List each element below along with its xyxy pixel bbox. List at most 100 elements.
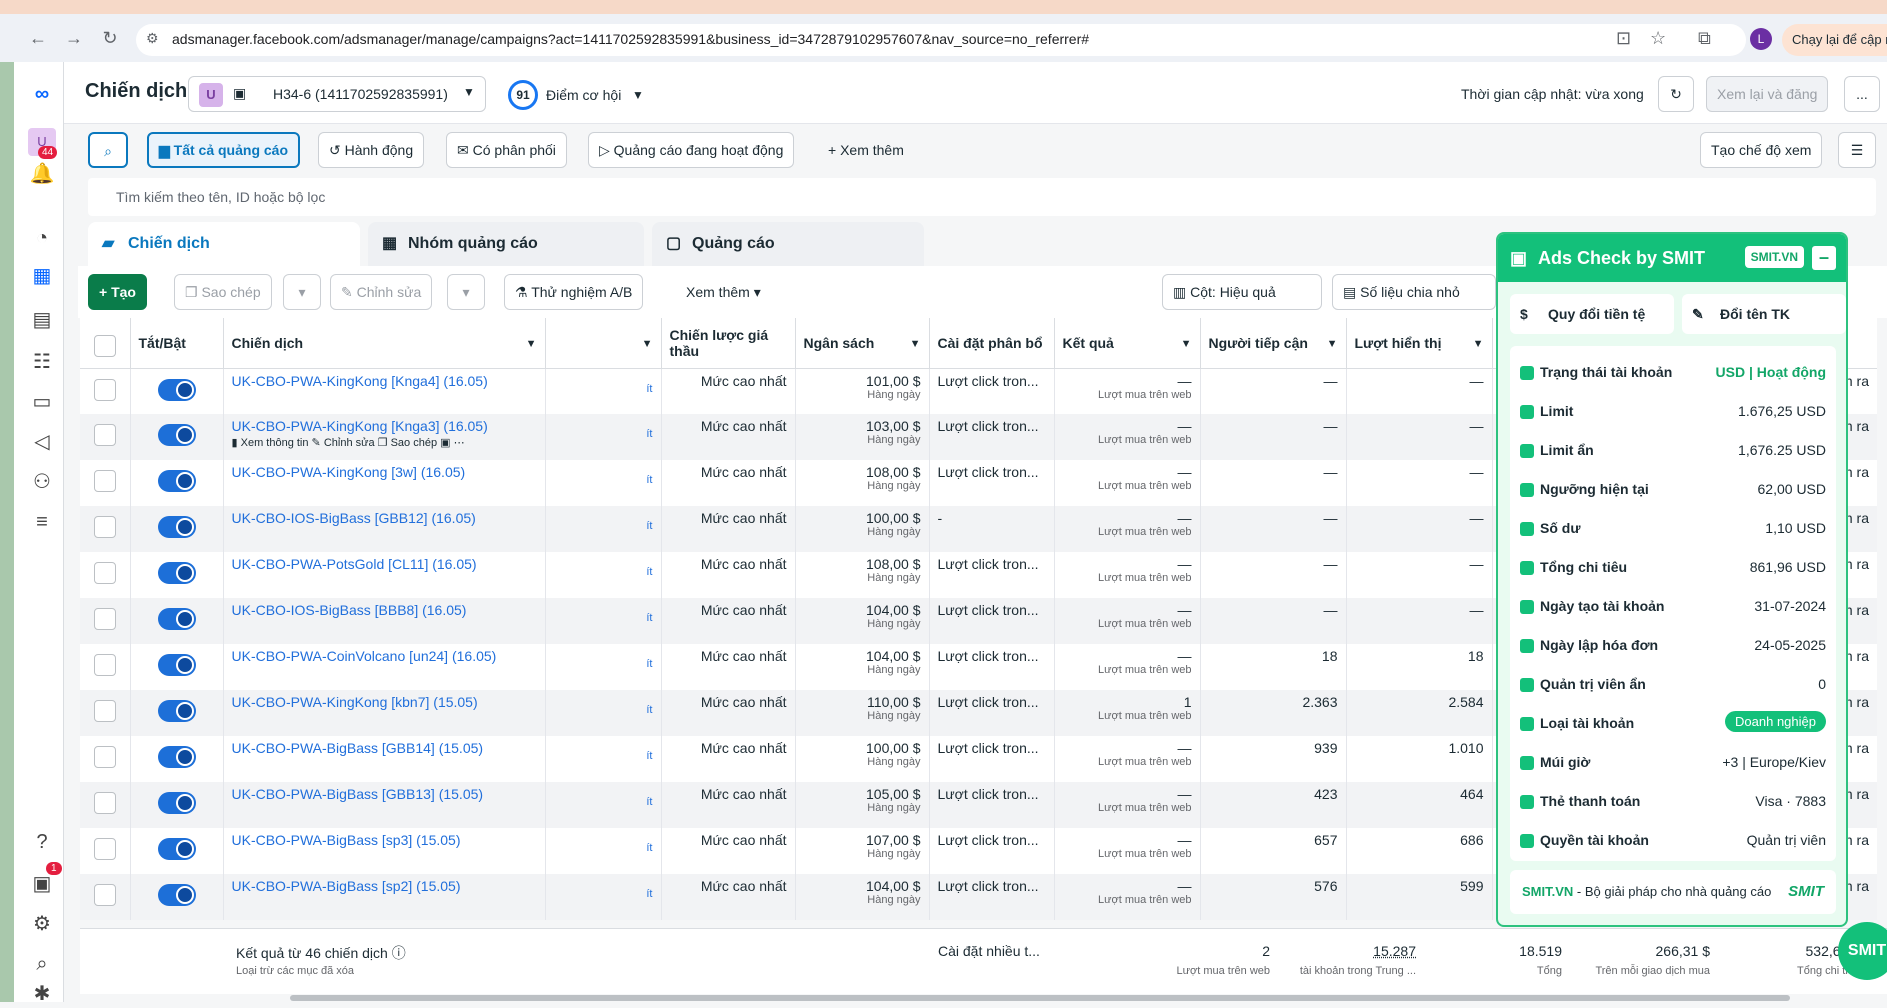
row-toggle-cell[interactable] bbox=[130, 782, 224, 828]
campaign-cell[interactable]: UK-CBO-PWA-BigBass [sp3] (15.05) bbox=[223, 828, 546, 874]
horizontal-scrollbar[interactable] bbox=[290, 995, 1790, 1001]
row-checkbox[interactable] bbox=[93, 608, 116, 630]
truncated-link[interactable]: ít bbox=[646, 428, 652, 440]
campaign-name-link[interactable]: UK-CBO-PWA-KingKong [kbn7] (15.05) bbox=[232, 694, 537, 710]
campaign-cell[interactable]: UK-CBO-PWA-BigBass [sp2] (15.05) bbox=[223, 874, 546, 920]
header-impressions[interactable]: Lượt hiển thị ▼ bbox=[1346, 318, 1493, 369]
tab-adsets[interactable]: ▦ Nhóm quảng cáo bbox=[368, 222, 644, 266]
menu-icon[interactable]: ≡ bbox=[28, 508, 56, 536]
audiences-icon[interactable]: ☷ bbox=[28, 348, 56, 376]
row-checkbox[interactable] bbox=[93, 516, 116, 538]
sort-chevron-icon[interactable]: ▼ bbox=[642, 338, 653, 350]
budget-cell[interactable]: 104,00 $ Hàng ngày bbox=[795, 598, 930, 644]
campaign-name-link[interactable]: UK-CBO-PWA-BigBass [sp2] (15.05) bbox=[232, 878, 537, 894]
business-icon[interactable]: ⚇ bbox=[28, 468, 56, 496]
row-checkbox-cell[interactable] bbox=[80, 414, 131, 460]
truncated-link[interactable]: ít bbox=[646, 750, 652, 762]
row-toggle-cell[interactable] bbox=[130, 690, 224, 736]
campaign-toggle[interactable] bbox=[157, 746, 196, 768]
row-toggle-cell[interactable] bbox=[130, 368, 224, 414]
help-icon[interactable]: ? bbox=[28, 828, 56, 856]
search-toggle-button[interactable]: ⌕ bbox=[88, 132, 128, 168]
header-bid[interactable]: Chiến lược giá thầu bbox=[661, 318, 796, 369]
row-checkbox[interactable] bbox=[93, 838, 116, 860]
campaigns-grid-icon[interactable]: ▦ bbox=[28, 262, 56, 290]
row-copy-action[interactable]: Sao chép bbox=[391, 437, 437, 449]
row-checkbox[interactable] bbox=[93, 424, 116, 446]
budget-value[interactable]: 100,00 $ bbox=[804, 510, 921, 526]
columns-button[interactable]: ▥ Cột: Hiệu quả bbox=[1162, 274, 1322, 310]
budget-cell[interactable]: 103,00 $ Hàng ngày bbox=[795, 414, 930, 460]
row-checkbox-cell[interactable] bbox=[80, 552, 131, 598]
truncated-link[interactable]: ít bbox=[646, 520, 652, 532]
row-checkbox-cell[interactable] bbox=[80, 828, 131, 874]
info-icon[interactable]: ⓘ bbox=[392, 945, 406, 961]
create-button[interactable]: + Tạo bbox=[88, 274, 147, 310]
campaign-toggle[interactable] bbox=[157, 838, 196, 860]
truncated-link[interactable]: ít bbox=[646, 658, 652, 670]
back-icon[interactable]: ← bbox=[24, 24, 52, 52]
panel-minimize-button[interactable]: – bbox=[1812, 246, 1836, 270]
campaign-name-link[interactable]: UK-CBO-IOS-BigBass [BBB8] (16.05) bbox=[232, 602, 537, 618]
row-checkbox[interactable] bbox=[93, 378, 116, 401]
header-attribution[interactable]: Cài đặt phân bổ bbox=[929, 318, 1055, 369]
budget-cell[interactable]: 104,00 $ Hàng ngày bbox=[795, 874, 930, 920]
budget-value[interactable]: 107,00 $ bbox=[804, 832, 921, 848]
opportunity-score[interactable]: 91 bbox=[508, 80, 538, 110]
footer-brand[interactable]: SMIT.VN bbox=[1522, 884, 1573, 899]
megaphone-icon[interactable]: ◁ bbox=[28, 428, 56, 456]
campaign-cell[interactable]: UK-CBO-IOS-BigBass [GBB12] (16.05) bbox=[223, 506, 546, 552]
campaign-name-link[interactable]: UK-CBO-IOS-BigBass [GBB12] (16.05) bbox=[232, 510, 537, 526]
campaign-name-link[interactable]: UK-CBO-PWA-KingKong [Knga4] (16.05) bbox=[232, 373, 537, 389]
budget-cell[interactable]: 105,00 $ Hàng ngày bbox=[795, 782, 930, 828]
refresh-button[interactable]: ↻ bbox=[1658, 76, 1694, 112]
account-selector[interactable]: U ▣ H34-6 (1411702592835991) ▼ bbox=[188, 76, 486, 112]
campaign-toggle[interactable] bbox=[157, 470, 196, 492]
truncated-link[interactable]: ít bbox=[646, 796, 652, 808]
edit-button[interactable]: ✎ Chỉnh sửa bbox=[330, 274, 433, 310]
image-icon[interactable]: ▣ bbox=[440, 437, 450, 449]
truncated-link[interactable]: ít bbox=[646, 842, 652, 854]
budget-value[interactable]: 100,00 $ bbox=[804, 740, 921, 756]
reload-icon[interactable]: ↻ bbox=[96, 24, 124, 52]
campaign-toggle[interactable] bbox=[157, 884, 196, 906]
campaign-toggle[interactable] bbox=[157, 792, 196, 814]
billing-card-icon[interactable]: ▭ bbox=[28, 388, 56, 416]
select-all-checkbox[interactable] bbox=[93, 334, 116, 357]
total-reach[interactable]: 15.287 bbox=[1326, 943, 1416, 959]
header-reach[interactable]: Người tiếp cận ▼ bbox=[1200, 318, 1347, 369]
install-app-icon[interactable]: ⊡ bbox=[1616, 28, 1631, 49]
sort-chevron-icon[interactable]: ▼ bbox=[1181, 338, 1192, 350]
dashboard-icon[interactable]: ◔ bbox=[28, 224, 56, 252]
campaign-cell[interactable]: UK-CBO-PWA-CoinVolcano [un24] (16.05) bbox=[223, 644, 546, 690]
search-icon[interactable]: ⌕ bbox=[28, 950, 56, 978]
sort-chevron-icon[interactable]: ▼ bbox=[910, 338, 921, 350]
campaign-cell[interactable]: UK-CBO-PWA-KingKong [Knga3] (16.05) ▮ Xem… bbox=[223, 414, 546, 460]
row-checkbox[interactable] bbox=[93, 746, 116, 768]
sort-chevron-icon[interactable]: ▼ bbox=[526, 338, 537, 350]
tab-ads[interactable]: ▢ Quảng cáo bbox=[652, 222, 924, 266]
header-campaign[interactable]: Chiến dịch ▼ bbox=[223, 318, 546, 369]
truncated-link[interactable]: ít bbox=[646, 383, 652, 395]
meta-logo-icon[interactable]: ∞ bbox=[28, 80, 56, 108]
campaign-toggle[interactable] bbox=[157, 608, 196, 630]
campaign-name-link[interactable]: UK-CBO-PWA-KingKong [Knga3] (16.05) bbox=[232, 418, 537, 434]
duplicate-dropdown[interactable]: ▾ bbox=[283, 274, 321, 310]
campaign-cell[interactable]: UK-CBO-PWA-BigBass [GBB14] (15.05) bbox=[223, 736, 546, 782]
budget-cell[interactable]: 100,00 $ Hàng ngày bbox=[795, 506, 930, 552]
filter-all-ads[interactable]: ▆ Tất cả quảng cáo bbox=[147, 132, 301, 168]
row-toggle-cell[interactable] bbox=[130, 598, 224, 644]
row-toggle-cell[interactable] bbox=[130, 552, 224, 598]
campaign-toggle[interactable] bbox=[157, 378, 196, 401]
row-checkbox[interactable] bbox=[93, 792, 116, 814]
row-toggle-cell[interactable] bbox=[130, 644, 224, 690]
row-checkbox-cell[interactable] bbox=[80, 736, 131, 782]
budget-cell[interactable]: 100,00 $ Hàng ngày bbox=[795, 736, 930, 782]
campaign-cell[interactable]: UK-CBO-PWA-KingKong [Knga4] (16.05) bbox=[223, 368, 546, 414]
budget-cell[interactable]: 110,00 $ Hàng ngày bbox=[795, 690, 930, 736]
campaign-cell[interactable]: UK-CBO-IOS-BigBass [BBB8] (16.05) bbox=[223, 598, 546, 644]
budget-cell[interactable]: 104,00 $ Hàng ngày bbox=[795, 644, 930, 690]
row-checkbox[interactable] bbox=[93, 884, 116, 906]
panel-badge[interactable]: SMIT.VN bbox=[1744, 246, 1804, 268]
budget-value[interactable]: 101,00 $ bbox=[804, 373, 921, 389]
